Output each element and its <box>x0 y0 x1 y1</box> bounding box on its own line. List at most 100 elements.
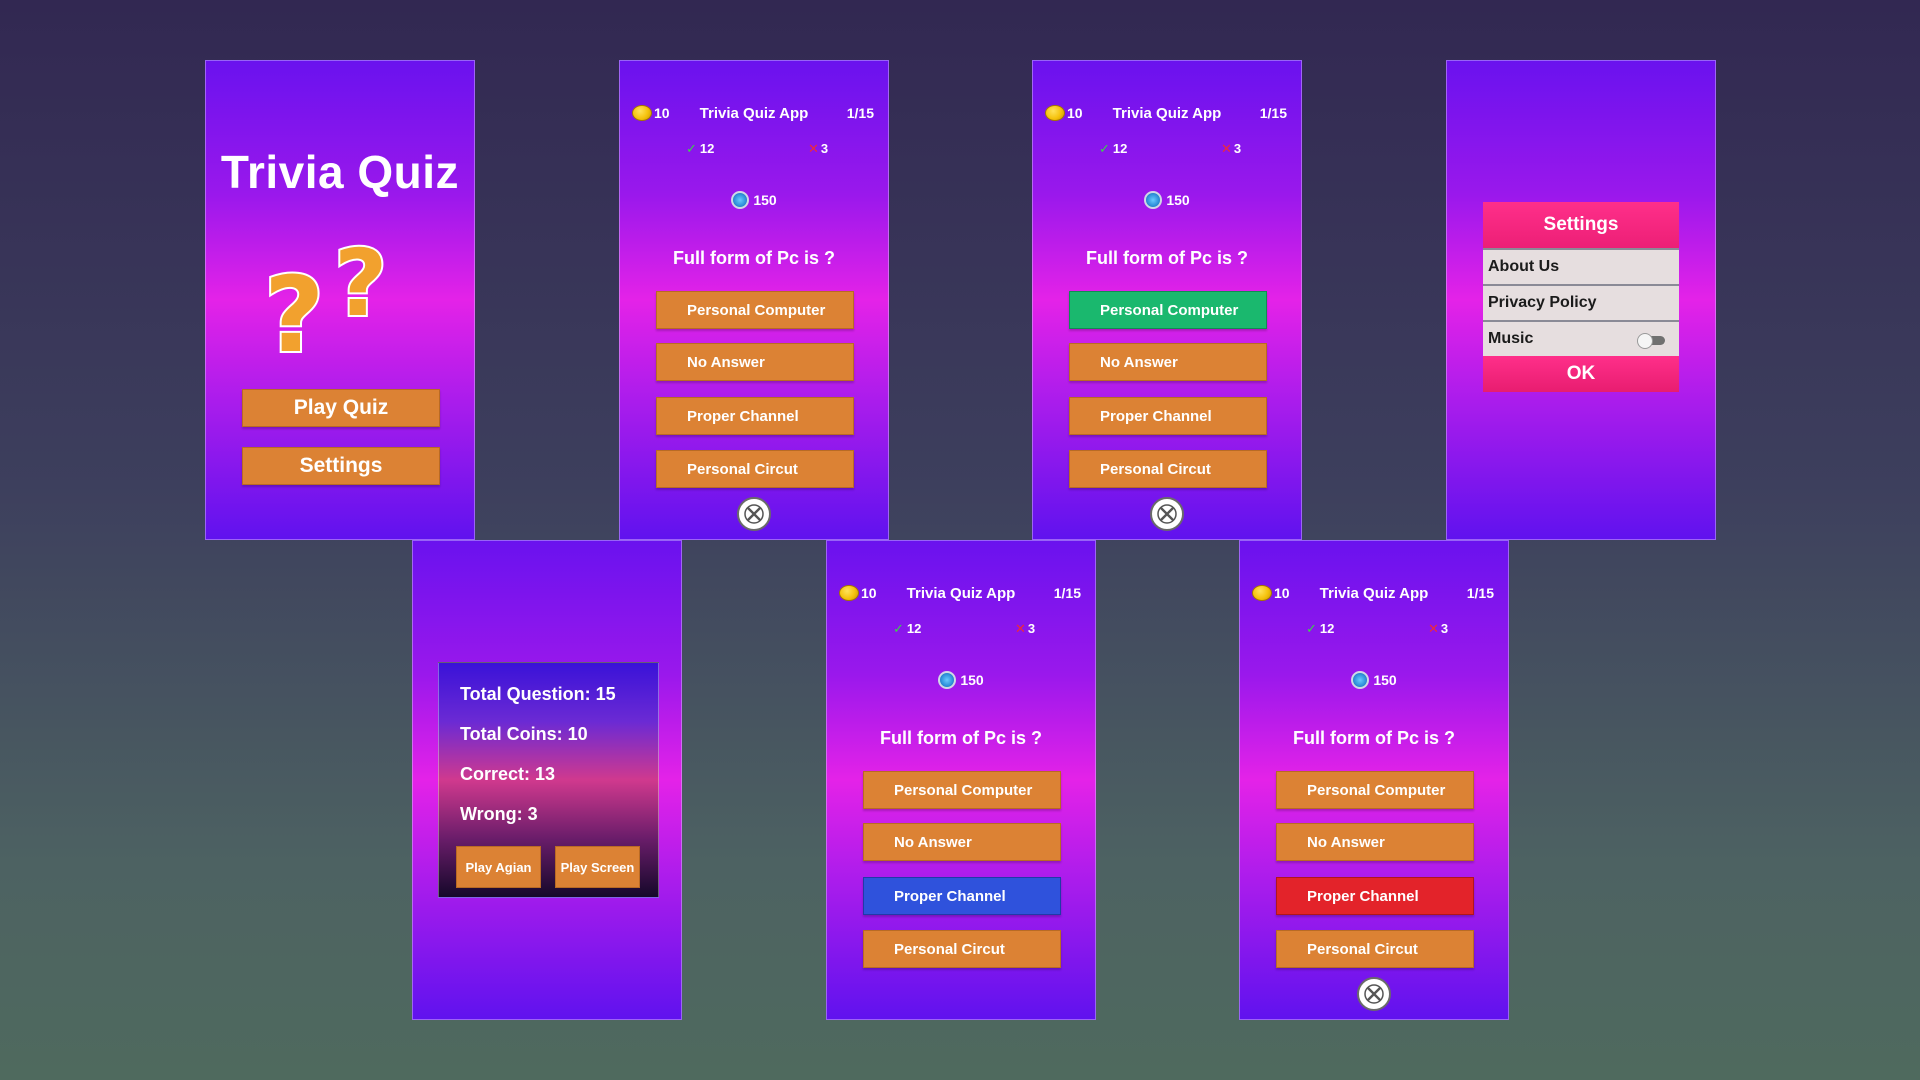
close-icon <box>1157 504 1177 524</box>
music-label: Music <box>1488 330 1534 347</box>
timer: 150 <box>620 191 888 209</box>
wrong-stat: ✕ 3 <box>1428 621 1448 637</box>
timer-value: 150 <box>1166 192 1190 208</box>
correct-stat: ✓ 12 <box>1306 621 1334 637</box>
option-button[interactable]: Personal Computer <box>656 291 854 329</box>
wrong-total: Wrong: 3 <box>460 804 538 824</box>
option-button[interactable]: Proper Channel <box>1069 397 1267 435</box>
stopwatch-icon <box>731 191 750 209</box>
close-button[interactable] <box>737 497 771 531</box>
play-screen-button[interactable]: Play Screen <box>555 846 640 888</box>
quiz-header: 10 Trivia Quiz App 1/15 <box>620 103 888 127</box>
option-button[interactable]: Personal Circut <box>656 450 854 488</box>
ok-button[interactable]: OK <box>1483 356 1679 392</box>
cross-icon: ✕ <box>1428 621 1439 636</box>
correct-count: 12 <box>906 621 922 636</box>
correct-stat: ✓ 12 <box>893 621 921 637</box>
correct-stat: ✓ 12 <box>686 141 714 157</box>
app-title: Trivia Quiz <box>220 146 460 198</box>
check-icon: ✓ <box>893 621 904 636</box>
svg-text:?: ? <box>264 254 324 363</box>
wrong-stat: ✕ 3 <box>1221 141 1241 157</box>
stopwatch-icon <box>938 671 957 689</box>
timer-value: 150 <box>960 672 984 688</box>
quiz-header: 10 Trivia Quiz App 1/15 <box>1240 583 1508 607</box>
play-again-button[interactable]: Play Agian <box>456 846 541 888</box>
option-button-selected[interactable]: Proper Channel <box>863 877 1061 915</box>
cross-icon: ✕ <box>808 141 819 156</box>
stopwatch-icon <box>1351 671 1370 689</box>
timer: 150 <box>827 671 1095 689</box>
cross-icon: ✕ <box>1015 621 1026 636</box>
music-item: Music <box>1483 320 1679 356</box>
play-quiz-button[interactable]: Play Quiz <box>242 389 440 427</box>
timer-value: 150 <box>1373 672 1397 688</box>
total-coins: Total Coins: 10 <box>460 724 588 744</box>
wrong-count: 3 <box>1233 141 1242 156</box>
timer-value: 150 <box>753 192 777 208</box>
settings-dialog: Settings About Us Privacy Policy Music O… <box>1483 202 1679 392</box>
privacy-policy-label: Privacy Policy <box>1488 294 1597 311</box>
check-icon: ✓ <box>1099 141 1110 156</box>
option-button[interactable]: Personal Circut <box>1069 450 1267 488</box>
about-us-label: About Us <box>1488 258 1560 275</box>
question-text: Full form of Pc is ? <box>672 248 835 268</box>
close-button[interactable] <box>1150 497 1184 531</box>
option-button-wrong[interactable]: Proper Channel <box>1276 877 1474 915</box>
wrong-stat: ✕ 3 <box>808 141 828 157</box>
quiz-screen-wrong: 10 Trivia Quiz App 1/15 ✓ 12 ✕ 3 150 Full … <box>1239 540 1509 1020</box>
question-text: Full form of Pc is ? <box>879 728 1042 748</box>
correct-count: 12 <box>1112 141 1128 156</box>
option-button[interactable]: Personal Circut <box>1276 930 1474 968</box>
music-toggle[interactable] <box>1637 333 1665 349</box>
correct-count: 12 <box>1319 621 1335 636</box>
question-progress: 1/15 <box>1259 105 1287 121</box>
quiz-screen-selected: 10 Trivia Quiz App 1/15 ✓ 12 ✕ 3 150 Full … <box>826 540 1096 1020</box>
wrong-count: 3 <box>1027 621 1036 636</box>
option-button[interactable]: No Answer <box>656 343 854 381</box>
settings-title: Settings <box>1483 202 1679 248</box>
question-progress: 1/15 <box>1466 585 1494 601</box>
question-text: Full form of Pc is ? <box>1292 728 1455 748</box>
results-screen: Total Question: 15 Total Coins: 10 Corre… <box>412 540 682 1020</box>
close-button[interactable] <box>1357 977 1391 1011</box>
check-icon: ✓ <box>686 141 697 156</box>
close-icon <box>1364 984 1384 1004</box>
quiz-screen: 10 Trivia Quiz App 1/15 ✓ 12 ✕ 3 150 Full … <box>619 60 889 540</box>
cross-icon: ✕ <box>1221 141 1232 156</box>
option-button-correct[interactable]: Personal Computer <box>1069 291 1267 329</box>
quiz-screen-correct: 10 Trivia Quiz App 1/15 ✓ 12 ✕ 3 150 Full … <box>1032 60 1302 540</box>
wrong-count: 3 <box>820 141 829 156</box>
check-icon: ✓ <box>1306 621 1317 636</box>
question-progress: 1/15 <box>1053 585 1081 601</box>
question-progress: 1/15 <box>846 105 874 121</box>
option-button[interactable]: Personal Circut <box>863 930 1061 968</box>
timer: 150 <box>1240 671 1508 689</box>
results-card: Total Question: 15 Total Coins: 10 Corre… <box>438 662 659 898</box>
total-question: Total Question: 15 <box>460 684 616 704</box>
settings-button[interactable]: Settings <box>242 447 440 485</box>
option-button[interactable]: Personal Computer <box>863 771 1061 809</box>
close-icon <box>744 504 764 524</box>
option-button[interactable]: No Answer <box>863 823 1061 861</box>
wrong-count: 3 <box>1440 621 1449 636</box>
option-button[interactable]: No Answer <box>1069 343 1267 381</box>
settings-screen: Settings About Us Privacy Policy Music O… <box>1446 60 1716 540</box>
privacy-policy-item[interactable]: Privacy Policy <box>1483 284 1679 320</box>
svg-text:?: ? <box>334 230 387 337</box>
option-button[interactable]: No Answer <box>1276 823 1474 861</box>
question-marks-illustration: ? ? <box>262 228 389 363</box>
correct-total: Correct: 13 <box>460 764 556 784</box>
stopwatch-icon <box>1144 191 1163 209</box>
wrong-stat: ✕ 3 <box>1015 621 1035 637</box>
home-screen: Trivia Quiz ? ? Play Quiz Settings <box>205 60 475 540</box>
option-button[interactable]: Proper Channel <box>656 397 854 435</box>
correct-stat: ✓ 12 <box>1099 141 1127 157</box>
quiz-header: 10 Trivia Quiz App 1/15 <box>1033 103 1301 127</box>
option-button[interactable]: Personal Computer <box>1276 771 1474 809</box>
about-us-item[interactable]: About Us <box>1483 248 1679 284</box>
correct-count: 12 <box>699 141 715 156</box>
question-text: Full form of Pc is ? <box>1085 248 1248 268</box>
timer: 150 <box>1033 191 1301 209</box>
quiz-header: 10 Trivia Quiz App 1/15 <box>827 583 1095 607</box>
